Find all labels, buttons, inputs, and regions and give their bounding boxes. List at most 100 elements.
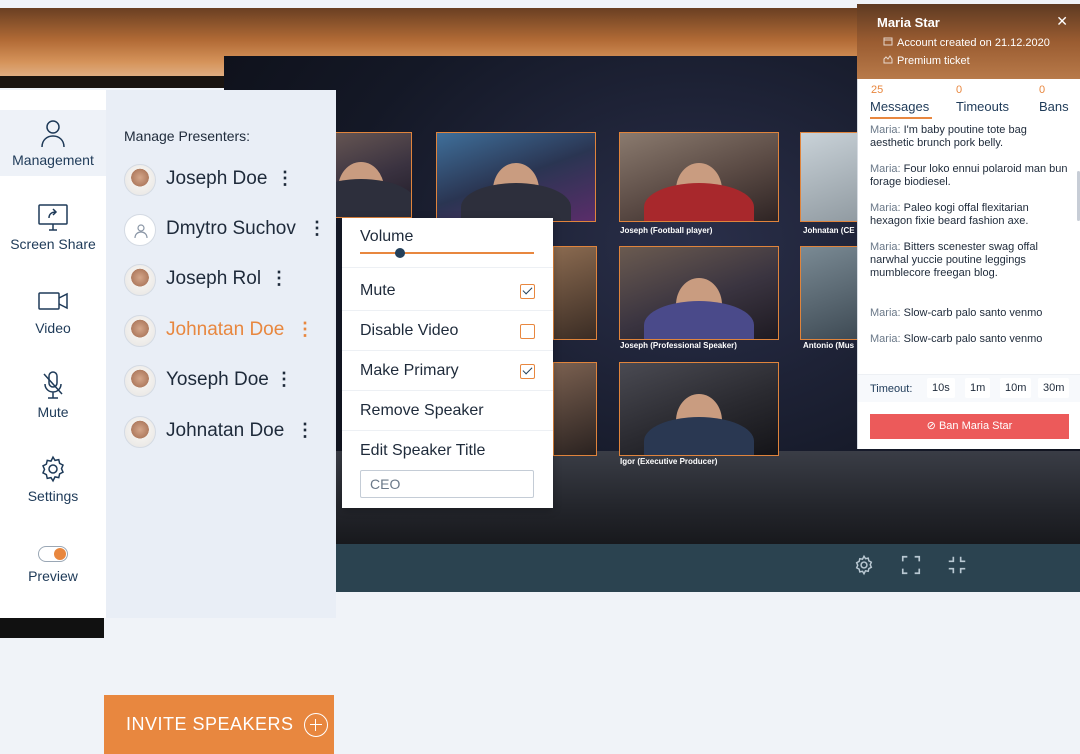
message-author: Maria: (870, 124, 901, 136)
calendar-icon (883, 36, 893, 46)
make-primary-option[interactable]: Make Primary (342, 351, 553, 391)
gear-icon (37, 454, 69, 484)
avatar (124, 315, 156, 347)
volume-slider[interactable] (360, 252, 534, 254)
timeout-option[interactable]: 1m (965, 378, 991, 398)
presenter-item[interactable]: Johnatan Doe ⋮ (124, 416, 324, 448)
sidebar-item-label: Management (12, 152, 94, 168)
make-primary-checkbox[interactable] (520, 364, 535, 379)
sidebar-item-video[interactable]: Video (0, 286, 106, 336)
avatar-placeholder-icon (124, 214, 156, 246)
presenter-item[interactable]: Johnatan Doe ⋮ (124, 315, 324, 347)
video-tile[interactable] (553, 246, 597, 340)
messages-tab[interactable]: Messages (870, 99, 929, 114)
volume-row: Volume (342, 218, 553, 266)
avatar (124, 365, 156, 397)
sidebar-item-label: Screen Share (10, 236, 96, 252)
presenter-context-menu: Volume Mute Disable Video Make Primary R… (342, 218, 553, 508)
presenter-name: Johnatan Doe (166, 319, 285, 340)
sidebar-footer (0, 618, 104, 638)
message-author: Maria: (870, 163, 901, 175)
chat-message: Maria: Bitters scenester swag offal narw… (870, 241, 1070, 280)
preview-toggle[interactable] (38, 546, 68, 562)
timeouts-tab[interactable]: Timeouts (956, 99, 1009, 114)
disable-video-option[interactable]: Disable Video (342, 311, 553, 351)
video-tile[interactable] (619, 246, 779, 340)
presenter-name: Johnatan Doe (166, 420, 285, 441)
message-author: Maria: (870, 333, 901, 345)
mute-option[interactable]: Mute (342, 271, 553, 311)
chat-message: Maria: Paleo kogi offal flexitarian hexa… (870, 202, 1070, 228)
make-primary-label: Make Primary (360, 362, 459, 379)
ticket-text: Premium ticket (897, 55, 970, 67)
presenter-item[interactable]: Joseph Doe ⋮ (124, 164, 324, 196)
more-options-icon[interactable]: ⋮ (275, 369, 293, 390)
volume-label: Volume (360, 228, 414, 245)
timeout-option[interactable]: 10s (927, 378, 955, 398)
tile-caption: Joseph (Football player) (620, 226, 713, 235)
sidebar-item-management[interactable]: Management (0, 110, 106, 176)
active-tab-indicator (870, 117, 932, 119)
presenter-name: Joseph Doe (166, 168, 268, 189)
ban-icon: ⊘ (926, 420, 936, 432)
chat-message: Maria: Slow-carb palo santo venmo (870, 307, 1070, 320)
more-options-icon[interactable]: ⋮ (270, 268, 288, 289)
video-tile[interactable] (436, 132, 596, 222)
message-author: Maria: (870, 241, 901, 253)
invite-speakers-label: INVITE SPEAKERS (126, 714, 294, 734)
video-tile[interactable] (553, 362, 597, 456)
invite-speakers-button[interactable]: INVITE SPEAKERS (104, 695, 334, 754)
video-camera-icon (37, 286, 69, 316)
sidebar-item-screen-share[interactable]: Screen Share (0, 202, 106, 252)
presenter-item[interactable]: Yoseph Doe ⋮ (124, 365, 324, 397)
speaker-title-input[interactable]: CEO (360, 470, 534, 498)
participant-body (644, 183, 754, 221)
bans-tab[interactable]: Bans (1039, 99, 1069, 114)
remove-speaker-option[interactable]: Remove Speaker (342, 391, 553, 431)
gear-icon[interactable] (851, 554, 877, 580)
mute-checkbox[interactable] (520, 284, 535, 299)
sidebar-item-preview[interactable]: Preview (0, 546, 106, 584)
video-tile[interactable] (619, 362, 779, 456)
account-created-text: Account created on 21.12.2020 (897, 37, 1050, 49)
sidebar-item-mute[interactable]: Mute (0, 370, 106, 420)
plus-circle-icon (303, 712, 328, 737)
more-options-icon[interactable]: ⋮ (296, 420, 314, 441)
timeout-option[interactable]: 30m (1038, 378, 1070, 398)
tile-caption: Joseph (Professional Speaker) (620, 341, 737, 350)
presenter-item[interactable]: Dmytro Suchov ⋮ (124, 214, 326, 246)
timeout-option[interactable]: 10m (1000, 378, 1032, 398)
chat-message: Maria: I'm baby poutine tote bag aesthet… (870, 124, 1070, 150)
more-options-icon[interactable]: ⋮ (296, 319, 314, 340)
account-created: Account created on 21.12.2020 (883, 36, 1050, 49)
tile-caption: Johnatan (CE (803, 226, 855, 235)
ban-label: Ban Maria Star (938, 420, 1013, 432)
volume-slider-handle[interactable] (395, 248, 405, 258)
manage-presenters-panel: Manage Presenters: Joseph Doe ⋮ Dmytro S… (106, 90, 336, 618)
timeout-label: Timeout: (870, 383, 913, 395)
user-icon (37, 118, 69, 148)
avatar (124, 264, 156, 296)
more-options-icon[interactable]: ⋮ (276, 168, 294, 189)
disable-video-checkbox[interactable] (520, 324, 535, 339)
microphone-muted-icon (37, 370, 69, 400)
mute-label: Mute (360, 282, 396, 299)
presenters-title: Manage Presenters: (124, 128, 251, 144)
message-text: Slow-carb palo santo venmo (903, 333, 1043, 345)
tile-caption: Igor (Executive Producer) (620, 457, 718, 466)
background-strip (0, 76, 230, 88)
fullscreen-icon[interactable] (898, 554, 924, 580)
ticket-icon (883, 54, 893, 64)
close-icon[interactable]: ✕ (1056, 13, 1068, 30)
more-options-icon[interactable]: ⋮ (308, 218, 326, 239)
presenter-item[interactable]: Joseph Rol ⋮ (124, 264, 324, 296)
exit-fullscreen-icon[interactable] (944, 554, 970, 580)
divider (342, 267, 553, 268)
sidebar-item-settings[interactable]: Settings (0, 454, 106, 504)
video-tile[interactable] (619, 132, 779, 222)
ban-user-button[interactable]: ⊘ Ban Maria Star (870, 414, 1069, 439)
sidebar-item-label: Mute (37, 404, 69, 420)
tile-caption: Antonio (Mus (803, 341, 855, 350)
remove-speaker-label: Remove Speaker (360, 402, 484, 419)
avatar (124, 416, 156, 448)
